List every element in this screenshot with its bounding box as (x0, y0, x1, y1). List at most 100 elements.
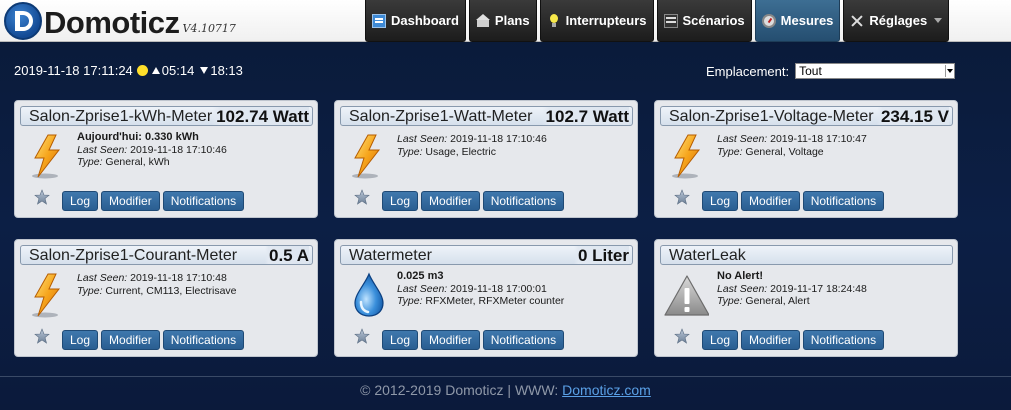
device-card-header: Salon-Zprise1-Voltage-Meter 234.15 V (660, 106, 953, 126)
sunrise-arrow-icon (151, 67, 160, 74)
notifications-button[interactable]: Notifications (482, 191, 565, 211)
device-info: Last Seen: 2019-11-18 17:10:46 Type: Usa… (397, 133, 547, 158)
device-card-header: Watermeter 0 Liter (340, 245, 633, 265)
nav-reglages[interactable]: Réglages (843, 0, 950, 42)
edit-button[interactable]: Modifier (101, 330, 160, 350)
sunset-arrow-icon (200, 67, 209, 74)
last-seen-label: Last Seen: (717, 133, 768, 145)
edit-button[interactable]: Modifier (421, 330, 480, 350)
device-type: General, Voltage (745, 145, 824, 158)
device-last-seen: 2019-11-18 17:00:01 (450, 282, 547, 295)
domoticz-logo-icon (4, 2, 42, 40)
edit-button[interactable]: Modifier (741, 330, 800, 350)
log-button[interactable]: Log (62, 330, 99, 350)
device-type: Current, CM113, Electrisave (105, 284, 237, 297)
log-button[interactable]: Log (382, 191, 419, 211)
location-label: Emplacement: (706, 63, 790, 79)
nav-plans[interactable]: Plans (468, 0, 537, 42)
edit-button[interactable]: Modifier (741, 191, 800, 211)
location-select[interactable]: Tout (795, 63, 956, 79)
device-info: No Alert! Last Seen: 2019-11-17 18:24:48… (717, 270, 867, 308)
notifications-button[interactable]: Notifications (802, 191, 885, 211)
nav-reglages-label: Réglages (869, 13, 928, 28)
footer-website-link[interactable]: Domoticz.com (562, 382, 651, 398)
favorite-star-icon[interactable] (34, 189, 50, 205)
app-logo[interactable]: Domoticz V4.10717 (4, 2, 236, 40)
device-name: Salon-Zprise1-Watt-Meter (349, 108, 533, 125)
favorite-star-icon[interactable] (354, 328, 370, 344)
device-last-seen: 2019-11-18 17:10:46 (130, 143, 227, 156)
device-value: 0.5 A (264, 246, 309, 264)
house-icon (475, 13, 490, 28)
device-info: Last Seen: 2019-11-18 17:10:48 Type: Cur… (77, 272, 237, 297)
lightning-icon (32, 273, 61, 318)
footer-divider (0, 376, 1011, 377)
nav-dashboard[interactable]: Dashboard (365, 0, 466, 42)
last-seen-label: Last Seen: (77, 272, 128, 284)
last-seen-label: Last Seen: (397, 133, 448, 145)
device-value: 102.74 Watt (212, 107, 309, 125)
app-version: V4.10717 (182, 22, 236, 35)
nav-scenarios[interactable]: Scénarios (656, 0, 752, 42)
sun-icon (137, 66, 147, 75)
meter-icon (761, 13, 776, 28)
nav-mesures[interactable]: Mesures (754, 0, 841, 42)
device-card-header: Salon-Zprise1-kWh-Meter 102.74 Watt (20, 106, 313, 126)
device-actions: Log Modifier Notifications (382, 330, 567, 350)
type-label: Type: (717, 145, 743, 158)
notifications-button[interactable]: Notifications (162, 330, 245, 350)
device-last-seen: 2019-11-18 17:10:47 (770, 133, 867, 145)
log-button[interactable]: Log (702, 191, 739, 211)
device-info: Last Seen: 2019-11-18 17:10:47 Type: Gen… (717, 133, 867, 158)
app-name: Domoticz (44, 5, 180, 40)
device-status-line: Aujourd'hui: 0.330 kWh (77, 131, 199, 143)
lightning-icon (32, 134, 61, 179)
edit-button[interactable]: Modifier (101, 191, 160, 211)
device-actions: Log Modifier Notifications (62, 330, 247, 350)
device-name: WaterLeak (669, 247, 746, 264)
nav-interrupteurs-label: Interrupteurs (565, 13, 647, 28)
device-type: General, Alert (745, 295, 810, 307)
device-card: Salon-Zprise1-Courant-Meter 0.5 A Last S… (14, 239, 318, 357)
edit-button[interactable]: Modifier (421, 191, 480, 211)
log-button[interactable]: Log (382, 330, 419, 350)
favorite-star-icon[interactable] (354, 189, 370, 205)
favorite-star-icon[interactable] (674, 189, 690, 205)
device-name: Salon-Zprise1-Courant-Meter (29, 247, 238, 264)
notifications-button[interactable]: Notifications (802, 330, 885, 350)
favorite-star-icon[interactable] (34, 328, 50, 344)
device-info: 0.025 m3 Last Seen: 2019-11-18 17:00:01 … (397, 270, 564, 308)
device-card-header: Salon-Zprise1-Courant-Meter 0.5 A (20, 245, 313, 265)
device-last-seen: 2019-11-18 17:10:48 (130, 272, 227, 284)
footer: © 2012-2019 Domoticz | WWW: Domoticz.com (0, 382, 1011, 398)
tools-icon (850, 14, 864, 28)
lightning-icon (672, 134, 701, 179)
device-name: Salon-Zprise1-kWh-Meter (29, 108, 213, 125)
device-value: 0 Liter (573, 246, 629, 264)
device-type: RFXMeter, RFXMeter counter (425, 295, 565, 307)
device-last-seen: 2019-11-17 18:24:48 (770, 282, 867, 295)
device-status-line: No Alert! (717, 270, 764, 282)
last-seen-label: Last Seen: (77, 143, 128, 156)
footer-copyright: © 2012-2019 Domoticz | WWW: (360, 382, 563, 398)
device-card: Salon-Zprise1-Watt-Meter 102.7 Watt Last… (334, 100, 638, 218)
notifications-button[interactable]: Notifications (162, 191, 245, 211)
type-label: Type: (77, 156, 103, 168)
time-status-bar: 2019-11-18 17:11:24 05:14 18:13 (14, 63, 243, 78)
notifications-button[interactable]: Notifications (482, 330, 565, 350)
device-actions: Log Modifier Notifications (702, 191, 887, 211)
log-button[interactable]: Log (62, 191, 99, 211)
nav-interrupteurs[interactable]: Interrupteurs (539, 0, 654, 42)
type-label: Type: (717, 295, 743, 307)
favorite-star-icon[interactable] (674, 328, 690, 344)
type-label: Type: (397, 295, 423, 307)
alert-icon (664, 275, 709, 316)
device-card-header: WaterLeak (660, 245, 953, 265)
log-button[interactable]: Log (702, 330, 739, 350)
sunrise-time: 05:14 (161, 63, 195, 78)
dropdown-arrow-icon (945, 65, 955, 77)
device-card: WaterLeak No Alert! Last Seen: 2019-11-1… (654, 239, 958, 357)
device-type: Usage, Electric (425, 145, 497, 158)
device-value: 234.15 V (876, 107, 949, 125)
chevron-down-icon (934, 18, 943, 23)
